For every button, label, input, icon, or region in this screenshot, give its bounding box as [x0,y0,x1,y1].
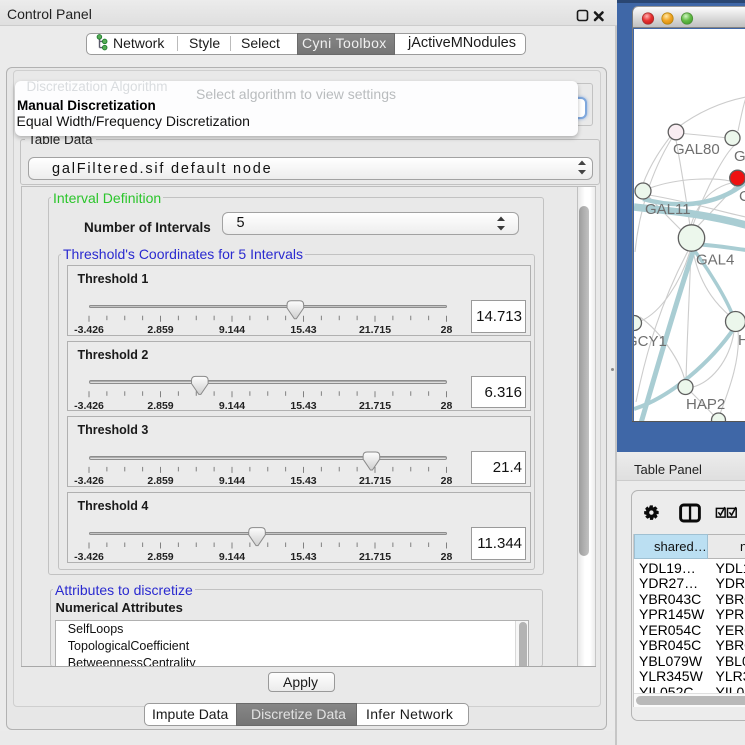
svg-text:GCY1: GCY1 [634,333,667,350]
svg-text:HAP2: HAP2 [686,396,725,413]
svg-text:GAL11: GAL11 [645,201,691,218]
svg-text:C: C [739,188,745,205]
svg-text:GAL80: GAL80 [673,141,720,158]
svg-text:GA: GA [734,148,745,165]
svg-text:H: H [738,332,745,349]
svg-text:GAL4: GAL4 [696,251,734,268]
